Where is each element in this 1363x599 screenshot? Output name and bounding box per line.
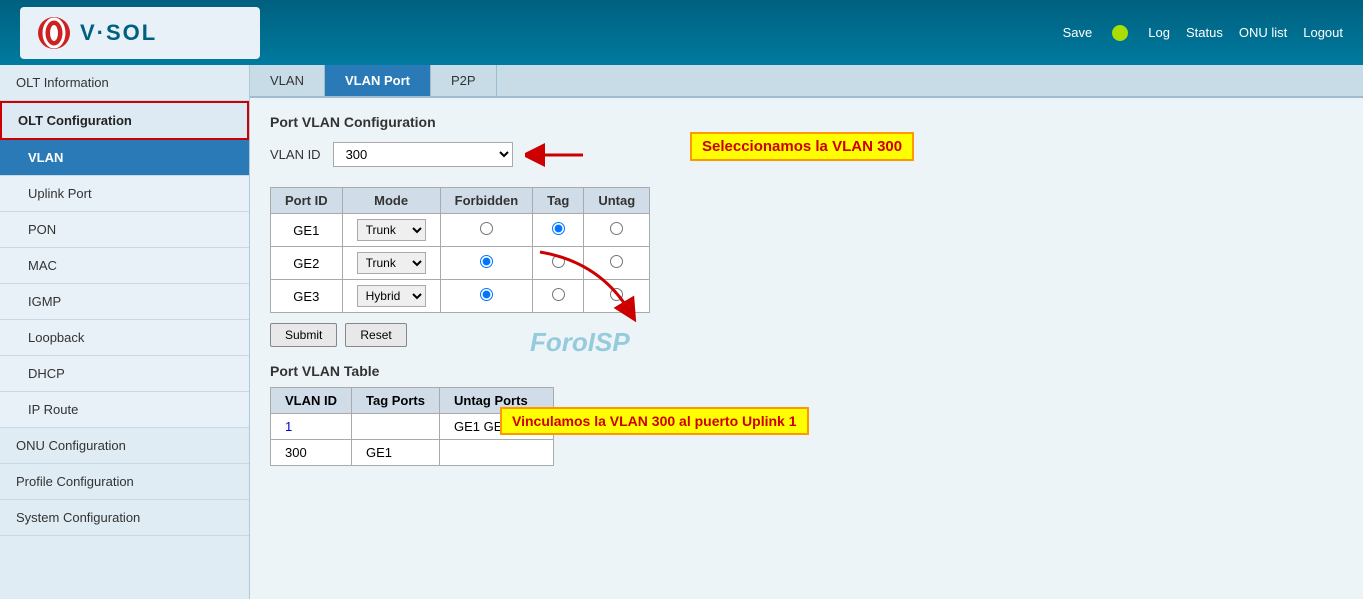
port-id-cell: GE2	[271, 247, 343, 280]
status-dot	[1112, 25, 1128, 41]
table-row: GE2 TrunkHybridAccess	[271, 247, 650, 280]
vsol-logo-icon	[36, 15, 72, 51]
sidebar-item-loopback[interactable]: Loopback	[0, 320, 249, 356]
mode-cell: TrunkHybridHybridAccess	[342, 280, 440, 313]
mode-select-ge3[interactable]: TrunkHybridHybridAccess	[357, 285, 426, 307]
header-links: Log Status ONU list Logout	[1148, 25, 1343, 40]
tag-radio-ge3[interactable]	[552, 288, 565, 301]
sidebar: OLT Information OLT Configuration VLAN U…	[0, 65, 250, 599]
tab-vlan-port[interactable]: VLAN Port	[325, 65, 431, 96]
content-area: VLAN VLAN Port P2P Port VLAN Configurati…	[250, 65, 1363, 599]
sidebar-item-olt-info[interactable]: OLT Information	[0, 65, 249, 101]
table-row: GE3 TrunkHybridHybridAccess	[271, 280, 650, 313]
save-button[interactable]: Save	[1063, 25, 1093, 40]
vlan-col-id: VLAN ID	[271, 388, 352, 414]
onu-list-link[interactable]: ONU list	[1239, 25, 1287, 40]
forbidden-cell	[440, 214, 533, 247]
sidebar-item-dhcp[interactable]: DHCP	[0, 356, 249, 392]
table-row: GE1 TrunkHybridAccess	[271, 214, 650, 247]
untag-cell	[584, 214, 650, 247]
vlan-table-title: Port VLAN Table	[270, 363, 1343, 379]
main-layout: OLT Information OLT Configuration VLAN U…	[0, 65, 1363, 599]
sidebar-item-onu-config[interactable]: ONU Configuration	[0, 428, 249, 464]
content-body: Port VLAN Configuration VLAN ID 300 1 20…	[250, 98, 1363, 482]
callout-select-vlan: Seleccionamos la VLAN 300	[690, 132, 914, 161]
vlan-col-tag: Tag Ports	[352, 388, 440, 414]
mode-cell: TrunkHybridAccess	[342, 247, 440, 280]
tag-radio-ge2[interactable]	[552, 255, 565, 268]
col-mode: Mode	[342, 188, 440, 214]
red-arrow-icon	[525, 143, 585, 167]
logo-text: V·SOL	[80, 20, 157, 46]
untag-cell	[584, 280, 650, 313]
vlan-id-section: VLAN ID 300 1 200	[270, 142, 1343, 167]
untag-cell	[584, 247, 650, 280]
tabs-bar: VLAN VLAN Port P2P	[250, 65, 1363, 98]
untag-ports-cell	[440, 440, 554, 466]
sidebar-item-system-config[interactable]: System Configuration	[0, 500, 249, 536]
col-untag: Untag	[584, 188, 650, 214]
forbidden-radio-ge2[interactable]	[480, 255, 493, 268]
mode-cell: TrunkHybridAccess	[342, 214, 440, 247]
col-forbidden: Forbidden	[440, 188, 533, 214]
table-row: 300 GE1	[271, 440, 554, 466]
untag-radio-ge2[interactable]	[610, 255, 623, 268]
tag-cell	[533, 280, 584, 313]
log-link[interactable]: Log	[1148, 25, 1170, 40]
tab-vlan[interactable]: VLAN	[250, 65, 325, 96]
vlan-id-cell: 1	[271, 414, 352, 440]
untag-radio-ge1[interactable]	[610, 222, 623, 235]
tag-radio-ge1[interactable]	[552, 222, 565, 235]
tag-ports-cell	[352, 414, 440, 440]
untag-radio-ge3[interactable]	[610, 288, 623, 301]
logout-link[interactable]: Logout	[1303, 25, 1343, 40]
header-right: Save Log Status ONU list Logout	[1063, 25, 1343, 41]
sidebar-item-mac[interactable]: MAC	[0, 248, 249, 284]
sidebar-item-pon[interactable]: PON	[0, 212, 249, 248]
vlan-id-select[interactable]: 300 1 200	[333, 142, 513, 167]
port-id-cell: GE1	[271, 214, 343, 247]
reset-button[interactable]: Reset	[345, 323, 406, 347]
forbidden-cell	[440, 247, 533, 280]
forbidden-cell	[440, 280, 533, 313]
mode-select-ge1[interactable]: TrunkHybridAccess	[357, 219, 426, 241]
tag-cell	[533, 247, 584, 280]
port-table: Port ID Mode Forbidden Tag Untag GE1	[270, 187, 650, 313]
forbidden-radio-ge3[interactable]	[480, 288, 493, 301]
sidebar-item-igmp[interactable]: IGMP	[0, 284, 249, 320]
header: V·SOL Save Log Status ONU list Logout	[0, 0, 1363, 65]
vlan-id-label: VLAN ID	[270, 147, 321, 162]
tag-cell	[533, 214, 584, 247]
sidebar-item-vlan[interactable]: VLAN	[0, 140, 249, 176]
port-vlan-config-title: Port VLAN Configuration	[270, 114, 1343, 130]
submit-button[interactable]: Submit	[270, 323, 337, 347]
sidebar-item-olt-config[interactable]: OLT Configuration	[0, 101, 249, 140]
vlan-id-cell: 300	[271, 440, 352, 466]
port-table-section: Port ID Mode Forbidden Tag Untag GE1	[270, 187, 1343, 313]
forbidden-radio-ge1[interactable]	[480, 222, 493, 235]
callout-link-vlan: Vinculamos la VLAN 300 al puerto Uplink …	[500, 407, 809, 435]
logo-area: V·SOL	[20, 7, 260, 59]
col-tag: Tag	[533, 188, 584, 214]
sidebar-item-ip-route[interactable]: IP Route	[0, 392, 249, 428]
btn-row: Submit Reset	[270, 323, 1343, 347]
tag-ports-cell: GE1	[352, 440, 440, 466]
col-port-id: Port ID	[271, 188, 343, 214]
sidebar-item-profile-config[interactable]: Profile Configuration	[0, 464, 249, 500]
status-link[interactable]: Status	[1186, 25, 1223, 40]
tab-p2p[interactable]: P2P	[431, 65, 497, 96]
mode-select-ge2[interactable]: TrunkHybridAccess	[357, 252, 426, 274]
port-id-cell: GE3	[271, 280, 343, 313]
sidebar-item-uplink-port[interactable]: Uplink Port	[0, 176, 249, 212]
